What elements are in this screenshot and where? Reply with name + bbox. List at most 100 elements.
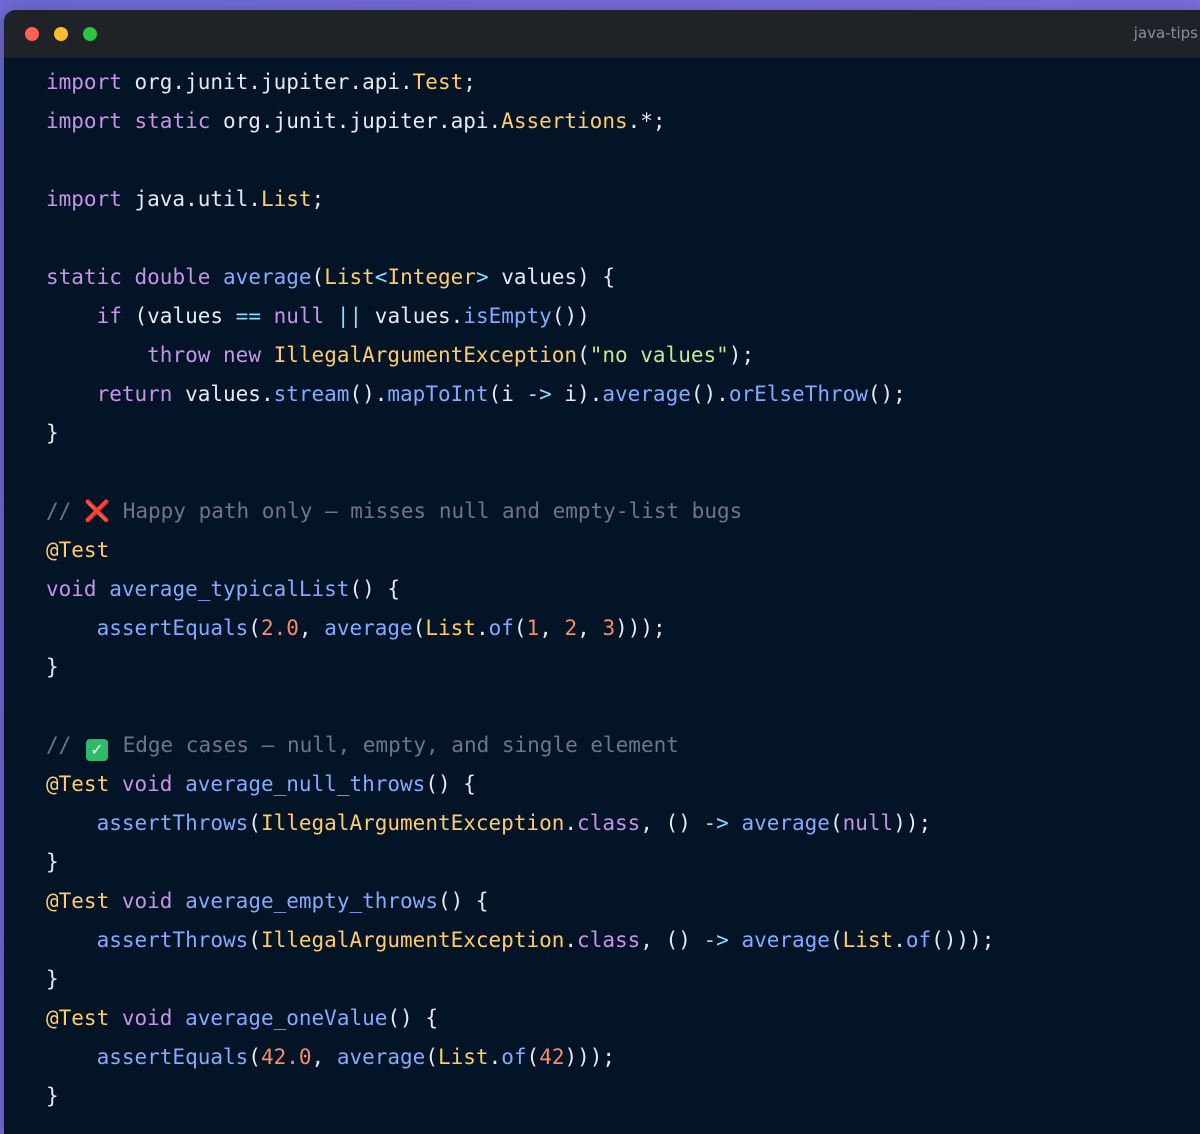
code-line: assertEquals(2.0, average(List.of(1, 2, … (46, 612, 1194, 651)
code-token: average_typicalList (109, 577, 350, 601)
code-token: IllegalArgumentException (260, 811, 565, 835)
code-token: of (501, 1045, 527, 1069)
code-token: import (46, 187, 122, 211)
code-token: null (842, 811, 894, 835)
code-token: List (438, 1045, 489, 1069)
code-token: () { (387, 1006, 438, 1030)
code-token: > (475, 265, 489, 289)
code-token: Assertions (501, 109, 628, 133)
code-token: ( (829, 811, 843, 835)
code-token: IllegalArgumentException (273, 343, 578, 367)
code-token: void (121, 889, 173, 913)
code-token: void (121, 1006, 173, 1030)
code-token: assertEquals (96, 616, 249, 640)
code-token: List (260, 187, 312, 211)
code-token: org.junit.jupiter.api. (121, 70, 413, 94)
code-token: 42 (539, 1045, 565, 1069)
code-line: throw new IllegalArgumentException("no v… (46, 339, 1194, 378)
code-token: < (374, 265, 388, 289)
code-token: 2 (564, 616, 578, 640)
code-token: Test (412, 70, 464, 94)
cross-mark-icon: ❌ (83, 499, 111, 523)
code-token: average_empty_throws (185, 889, 438, 913)
code-token: . (475, 616, 489, 640)
code-line: } (46, 846, 1194, 885)
code-editor[interactable]: import org.junit.jupiter.api.Test; import… (46, 66, 1194, 1119)
code-token: . (564, 811, 578, 835)
code-line: assertEquals(42.0, average(List.of(42)))… (46, 1041, 1194, 1080)
code-token: . (488, 1045, 502, 1069)
code-line: import static org.junit.jupiter.api.Asse… (46, 105, 1194, 144)
code-token: 2.0 (260, 616, 299, 640)
code-token: values. (172, 382, 274, 406)
code-token: ( (513, 616, 527, 640)
code-token: // (46, 499, 84, 523)
code-token: assertEquals (96, 1045, 249, 1069)
code-token: ( (577, 343, 590, 367)
code-token: Edge cases — null, empty, and single ele… (109, 733, 679, 757)
code-token: class (577, 928, 641, 952)
code-token: , () (640, 811, 704, 835)
code-token: List (425, 616, 476, 640)
code-token: -> (703, 928, 729, 952)
code-token: Integer (387, 265, 476, 289)
code-token: class (577, 811, 641, 835)
code-token: average (602, 382, 691, 406)
code-token: @Test (46, 889, 110, 913)
minimize-window-button[interactable] (54, 27, 68, 41)
code-token: )); (893, 811, 932, 835)
code-token: , (577, 616, 603, 640)
code-token: == (235, 304, 261, 328)
code-token: static (134, 109, 211, 133)
maximize-window-button[interactable] (83, 27, 97, 41)
code-token: stream (273, 382, 350, 406)
code-token: if (96, 304, 122, 328)
code-token: ); (728, 343, 755, 367)
code-token: import (46, 109, 122, 133)
code-line: // ❌ Happy path only — misses null and e… (46, 495, 1194, 534)
code-line: assertThrows ( IllegalArgumentException.cl… (46, 807, 1194, 846)
code-token: assertThrows (96, 811, 249, 835)
close-window-button[interactable] (25, 27, 39, 41)
code-token: || (336, 304, 363, 328)
code-token: . (893, 928, 906, 952)
code-token: ; (463, 70, 476, 94)
code-line: } (46, 417, 1194, 456)
code-token: average_oneValue (185, 1006, 388, 1030)
code-token: null (273, 304, 325, 328)
title-bar: java-tips (4, 10, 1200, 58)
code-token: ( (248, 616, 261, 640)
code-token: IllegalArgumentException (260, 928, 565, 952)
code-token: average_null_throws (185, 772, 426, 796)
code-token: ( (412, 616, 426, 640)
code-token: org.junit.jupiter.api. (210, 109, 502, 133)
code-token: (i (488, 382, 527, 406)
code-line: @Test void average_null_throws() { (46, 768, 1194, 807)
code-token: List (324, 265, 375, 289)
code-token: (). (349, 382, 388, 406)
code-token: . (564, 928, 578, 952)
code-line: } (46, 651, 1194, 690)
code-line: } (46, 963, 1194, 1002)
code-token: double (134, 265, 211, 289)
code-token: @Test (46, 538, 110, 562)
code-line: if (values == null || values.isEmpty()) (46, 300, 1194, 339)
code-token: average (741, 928, 830, 952)
code-token: ( (248, 928, 261, 952)
code-token: mapToInt (387, 382, 489, 406)
